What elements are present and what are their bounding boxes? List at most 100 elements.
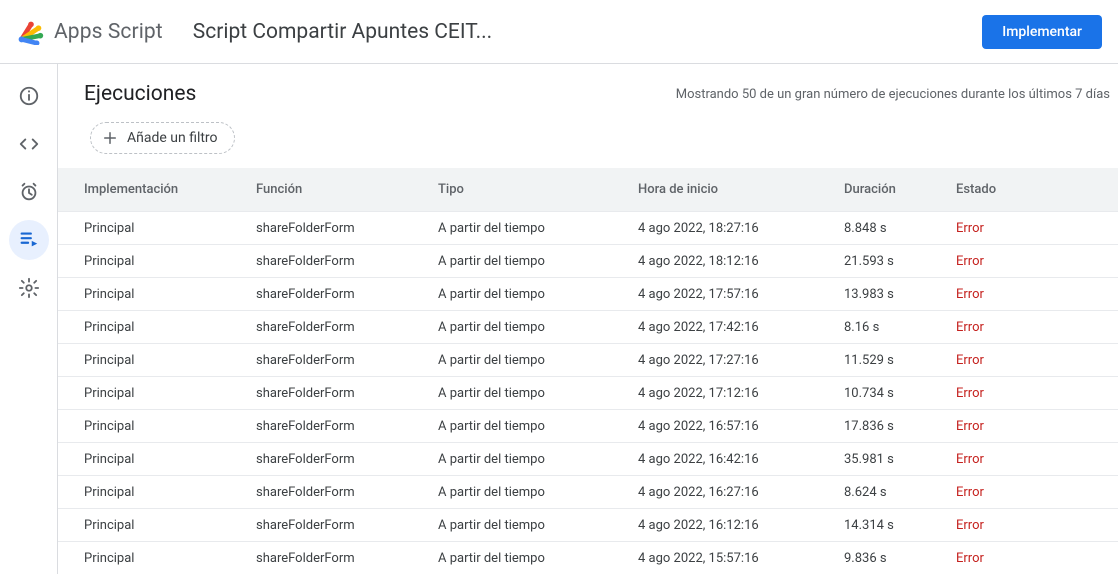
cell-type: A partir del tiempo xyxy=(438,287,638,302)
cell-func: shareFolderForm xyxy=(256,452,438,467)
col-header-dur[interactable]: Duración xyxy=(844,182,956,197)
cell-impl: Principal xyxy=(84,254,256,269)
project-title[interactable]: Script Compartir Apuntes CEIT... xyxy=(193,20,492,44)
info-icon xyxy=(18,85,40,107)
cell-start: 4 ago 2022, 18:27:16 xyxy=(638,221,844,236)
nav-triggers[interactable] xyxy=(9,172,49,212)
executions-summary: Mostrando 50 de un gran número de ejecuc… xyxy=(676,87,1110,102)
cell-dur: 8.16 s xyxy=(844,320,956,335)
table-row[interactable]: PrincipalshareFolderFormA partir del tie… xyxy=(58,311,1118,344)
cell-status: Error xyxy=(956,254,1092,269)
app-header: Apps Script Script Compartir Apuntes CEI… xyxy=(0,0,1118,64)
cell-start: 4 ago 2022, 15:57:16 xyxy=(638,551,844,566)
table-row[interactable]: PrincipalshareFolderFormA partir del tie… xyxy=(58,344,1118,377)
cell-dur: 8.848 s xyxy=(844,221,956,236)
nav-overview[interactable] xyxy=(9,76,49,116)
col-header-status[interactable]: Estado xyxy=(956,182,1092,197)
cell-status: Error xyxy=(956,353,1092,368)
cell-start: 4 ago 2022, 17:12:16 xyxy=(638,386,844,401)
product-name: Apps Script xyxy=(54,20,163,44)
clock-icon xyxy=(18,181,40,203)
cell-status: Error xyxy=(956,320,1092,335)
plus-icon xyxy=(101,129,119,147)
gear-icon xyxy=(18,277,40,299)
cell-func: shareFolderForm xyxy=(256,419,438,434)
cell-status: Error xyxy=(956,221,1092,236)
cell-status: Error xyxy=(956,518,1092,533)
deploy-button[interactable]: Implementar xyxy=(982,15,1102,49)
cell-start: 4 ago 2022, 17:42:16 xyxy=(638,320,844,335)
cell-func: shareFolderForm xyxy=(256,386,438,401)
cell-status: Error xyxy=(956,551,1092,566)
table-row[interactable]: PrincipalshareFolderFormA partir del tie… xyxy=(58,443,1118,476)
cell-dur: 21.593 s xyxy=(844,254,956,269)
cell-type: A partir del tiempo xyxy=(438,551,638,566)
cell-type: A partir del tiempo xyxy=(438,353,638,368)
cell-type: A partir del tiempo xyxy=(438,452,638,467)
cell-type: A partir del tiempo xyxy=(438,485,638,500)
cell-func: shareFolderForm xyxy=(256,518,438,533)
executions-icon xyxy=(18,229,40,251)
cell-func: shareFolderForm xyxy=(256,485,438,500)
page-title: Ejecuciones xyxy=(84,82,196,106)
cell-status: Error xyxy=(956,287,1092,302)
table-body: PrincipalshareFolderFormA partir del tie… xyxy=(58,212,1118,574)
cell-type: A partir del tiempo xyxy=(438,386,638,401)
left-nav xyxy=(0,64,58,574)
cell-impl: Principal xyxy=(84,287,256,302)
nav-executions[interactable] xyxy=(9,220,49,260)
cell-func: shareFolderForm xyxy=(256,353,438,368)
cell-dur: 9.836 s xyxy=(844,551,956,566)
nav-editor[interactable] xyxy=(9,124,49,164)
col-header-impl[interactable]: Implementación xyxy=(84,182,256,197)
cell-start: 4 ago 2022, 17:57:16 xyxy=(638,287,844,302)
table-row[interactable]: PrincipalshareFolderFormA partir del tie… xyxy=(58,476,1118,509)
cell-dur: 14.314 s xyxy=(844,518,956,533)
table-row[interactable]: PrincipalshareFolderFormA partir del tie… xyxy=(58,245,1118,278)
table-row[interactable]: PrincipalshareFolderFormA partir del tie… xyxy=(58,410,1118,443)
cell-impl: Principal xyxy=(84,518,256,533)
cell-status: Error xyxy=(956,386,1092,401)
table-row[interactable]: PrincipalshareFolderFormA partir del tie… xyxy=(58,212,1118,245)
table-header-row: Implementación Función Tipo Hora de inic… xyxy=(58,168,1118,212)
cell-type: A partir del tiempo xyxy=(438,320,638,335)
cell-start: 4 ago 2022, 16:12:16 xyxy=(638,518,844,533)
brand[interactable]: Apps Script xyxy=(16,15,163,49)
cell-func: shareFolderForm xyxy=(256,287,438,302)
cell-impl: Principal xyxy=(84,386,256,401)
cell-dur: 35.981 s xyxy=(844,452,956,467)
table-row[interactable]: PrincipalshareFolderFormA partir del tie… xyxy=(58,509,1118,542)
cell-func: shareFolderForm xyxy=(256,551,438,566)
table-row[interactable]: PrincipalshareFolderFormA partir del tie… xyxy=(58,377,1118,410)
table-row[interactable]: PrincipalshareFolderFormA partir del tie… xyxy=(58,278,1118,311)
cell-type: A partir del tiempo xyxy=(438,419,638,434)
table-row[interactable]: PrincipalshareFolderFormA partir del tie… xyxy=(58,542,1118,574)
cell-dur: 13.983 s xyxy=(844,287,956,302)
cell-start: 4 ago 2022, 16:57:16 xyxy=(638,419,844,434)
cell-impl: Principal xyxy=(84,221,256,236)
cell-impl: Principal xyxy=(84,452,256,467)
apps-script-logo-icon xyxy=(16,15,46,49)
main-content: Ejecuciones Mostrando 50 de un gran núme… xyxy=(58,64,1118,574)
cell-type: A partir del tiempo xyxy=(438,254,638,269)
cell-type: A partir del tiempo xyxy=(438,221,638,236)
cell-dur: 11.529 s xyxy=(844,353,956,368)
add-filter-chip[interactable]: Añade un filtro xyxy=(90,122,235,154)
cell-func: shareFolderForm xyxy=(256,254,438,269)
code-icon xyxy=(18,133,40,155)
col-header-start[interactable]: Hora de inicio xyxy=(638,182,844,197)
col-header-func[interactable]: Función xyxy=(256,182,438,197)
cell-start: 4 ago 2022, 16:27:16 xyxy=(638,485,844,500)
add-filter-label: Añade un filtro xyxy=(127,130,218,146)
cell-start: 4 ago 2022, 18:12:16 xyxy=(638,254,844,269)
cell-impl: Principal xyxy=(84,419,256,434)
col-header-type[interactable]: Tipo xyxy=(438,182,638,197)
cell-func: shareFolderForm xyxy=(256,320,438,335)
cell-start: 4 ago 2022, 16:42:16 xyxy=(638,452,844,467)
cell-status: Error xyxy=(956,485,1092,500)
nav-settings[interactable] xyxy=(9,268,49,308)
cell-status: Error xyxy=(956,419,1092,434)
cell-type: A partir del tiempo xyxy=(438,518,638,533)
cell-impl: Principal xyxy=(84,320,256,335)
cell-impl: Principal xyxy=(84,551,256,566)
